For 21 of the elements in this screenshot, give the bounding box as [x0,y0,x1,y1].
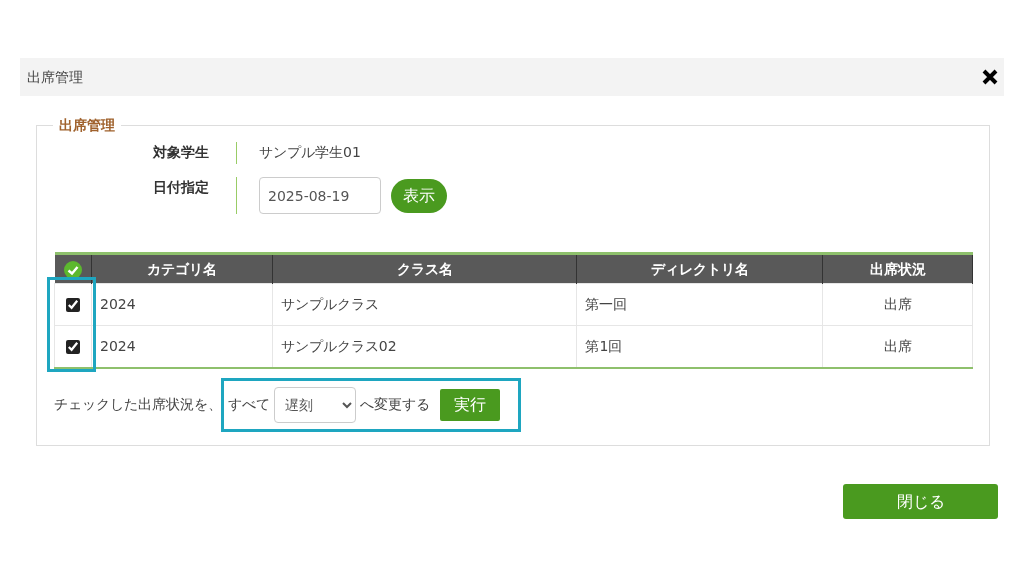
table-cell: 出席 [822,283,973,326]
table-cell: 第一回 [576,283,823,326]
table-cell: 2024 [91,283,273,326]
close-button[interactable]: 閉じる [843,483,998,519]
status-select[interactable]: 遅刻 [274,386,356,423]
bulk-action-text: すべて [228,395,270,414]
panel-legend: 出席管理 [53,116,121,134]
bulk-action-text: チェックした出席状況を、 [54,395,222,414]
table-cell: サンプルクラス [272,283,577,326]
column-header: 出席状況 [822,253,973,284]
column-header: カテゴリ名 [91,253,273,284]
window-title: 出席管理 [27,67,83,87]
bulk-action-text: へ変更する [360,395,430,414]
student-name: サンプル学生01 [259,143,361,162]
field-label: 対象学生 [153,142,237,164]
execute-button[interactable]: 実行 [440,388,500,421]
show-button[interactable]: 表示 [391,178,447,213]
field-label: 日付指定 [153,177,237,214]
column-header: ディレクトリ名 [576,253,823,284]
column-header: クラス名 [272,253,577,284]
date-field[interactable]: 2025-08-19 [259,177,381,214]
